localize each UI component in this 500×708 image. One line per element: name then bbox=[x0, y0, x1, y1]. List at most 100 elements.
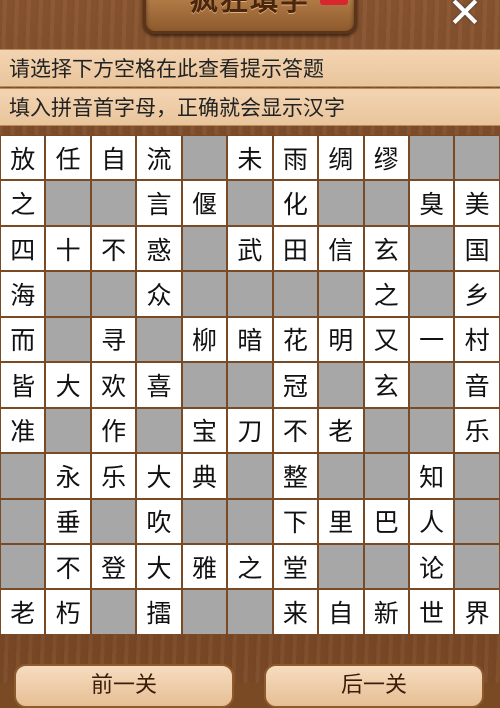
grid-cell-blank[interactable] bbox=[454, 498, 500, 544]
grid-cell-blank[interactable] bbox=[0, 543, 46, 590]
grid-cell-letter[interactable]: 武 bbox=[227, 225, 273, 272]
grid-cell-letter[interactable]: 登 bbox=[90, 543, 137, 590]
grid-cell-letter[interactable]: 乐 bbox=[90, 453, 137, 499]
grid-cell-blank[interactable] bbox=[227, 362, 273, 408]
grid-cell-blank[interactable] bbox=[90, 271, 137, 317]
grid-cell-letter[interactable]: 臭 bbox=[408, 180, 455, 226]
grid-cell-letter[interactable]: 美 bbox=[454, 180, 500, 226]
grid-cell-letter[interactable]: 雨 bbox=[272, 135, 319, 181]
grid-cell-letter[interactable]: 乐 bbox=[454, 407, 500, 454]
grid-cell-letter[interactable]: 缪 bbox=[363, 135, 409, 181]
grid-cell-letter[interactable]: 国 bbox=[454, 225, 500, 272]
grid-cell-letter[interactable]: 喜 bbox=[136, 362, 182, 408]
grid-cell-blank[interactable] bbox=[136, 316, 182, 363]
grid-cell-letter[interactable]: 一 bbox=[408, 316, 455, 363]
grid-cell-letter[interactable]: 作 bbox=[90, 407, 137, 454]
grid-cell-blank[interactable] bbox=[181, 135, 228, 181]
grid-cell-blank[interactable] bbox=[454, 543, 500, 590]
grid-cell-letter[interactable]: 大 bbox=[45, 362, 91, 408]
grid-cell-letter[interactable]: 明 bbox=[318, 316, 364, 363]
next-level-button[interactable]: 后一关 bbox=[264, 664, 484, 708]
grid-cell-blank[interactable] bbox=[408, 362, 455, 408]
grid-cell-blank[interactable] bbox=[408, 271, 455, 317]
grid-cell-letter[interactable]: 下 bbox=[272, 498, 319, 544]
grid-cell-letter[interactable]: 不 bbox=[45, 543, 91, 590]
grid-cell-letter[interactable]: 擂 bbox=[136, 589, 182, 635]
grid-cell-letter[interactable]: 又 bbox=[363, 316, 409, 363]
grid-cell-letter[interactable]: 暗 bbox=[227, 316, 273, 363]
grid-cell-letter[interactable]: 众 bbox=[136, 271, 182, 317]
grid-cell-blank[interactable] bbox=[408, 407, 455, 454]
grid-cell-letter[interactable]: 巴 bbox=[363, 498, 409, 544]
grid-cell-letter[interactable]: 未 bbox=[227, 135, 273, 181]
grid-cell-letter[interactable]: 老 bbox=[318, 407, 364, 454]
grid-cell-letter[interactable]: 花 bbox=[272, 316, 319, 363]
grid-cell-blank[interactable] bbox=[363, 543, 409, 590]
grid-cell-letter[interactable]: 大 bbox=[136, 453, 182, 499]
grid-cell-letter[interactable]: 论 bbox=[408, 543, 455, 590]
grid-cell-blank[interactable] bbox=[454, 135, 500, 181]
grid-cell-letter[interactable]: 不 bbox=[272, 407, 319, 454]
grid-cell-letter[interactable]: 之 bbox=[227, 543, 273, 590]
grid-cell-letter[interactable]: 永 bbox=[45, 453, 91, 499]
grid-cell-letter[interactable]: 惑 bbox=[136, 225, 182, 272]
grid-cell-blank[interactable] bbox=[318, 543, 364, 590]
grid-cell-letter[interactable]: 朽 bbox=[45, 589, 91, 635]
grid-cell-letter[interactable]: 知 bbox=[408, 453, 455, 499]
grid-cell-letter[interactable]: 整 bbox=[272, 453, 319, 499]
grid-cell-letter[interactable]: 言 bbox=[136, 180, 182, 226]
grid-cell-letter[interactable]: 柳 bbox=[181, 316, 228, 363]
grid-cell-blank[interactable] bbox=[363, 407, 409, 454]
grid-cell-letter[interactable]: 绸 bbox=[318, 135, 364, 181]
grid-cell-blank[interactable] bbox=[136, 407, 182, 454]
grid-cell-blank[interactable] bbox=[0, 453, 46, 499]
grid-cell-letter[interactable]: 之 bbox=[363, 271, 409, 317]
grid-cell-blank[interactable] bbox=[318, 362, 364, 408]
grid-cell-letter[interactable]: 宝 bbox=[181, 407, 228, 454]
grid-cell-letter[interactable]: 准 bbox=[0, 407, 46, 454]
grid-cell-blank[interactable] bbox=[363, 180, 409, 226]
grid-cell-letter[interactable]: 垂 bbox=[45, 498, 91, 544]
grid-cell-blank[interactable] bbox=[45, 271, 91, 317]
grid-cell-blank[interactable] bbox=[181, 271, 228, 317]
grid-cell-letter[interactable]: 欢 bbox=[90, 362, 137, 408]
grid-cell-letter[interactable]: 来 bbox=[272, 589, 319, 635]
prev-level-button[interactable]: 前一关 bbox=[14, 664, 234, 708]
grid-cell-blank[interactable] bbox=[227, 180, 273, 226]
grid-cell-blank[interactable] bbox=[408, 135, 455, 181]
grid-cell-blank[interactable] bbox=[227, 271, 273, 317]
grid-cell-blank[interactable] bbox=[272, 271, 319, 317]
grid-cell-letter[interactable]: 信 bbox=[318, 225, 364, 272]
grid-cell-letter[interactable]: 自 bbox=[90, 135, 137, 181]
grid-cell-blank[interactable] bbox=[227, 498, 273, 544]
grid-cell-blank[interactable] bbox=[227, 453, 273, 499]
grid-cell-letter[interactable]: 流 bbox=[136, 135, 182, 181]
grid-cell-letter[interactable]: 十 bbox=[45, 225, 91, 272]
grid-cell-blank[interactable] bbox=[454, 453, 500, 499]
grid-cell-blank[interactable] bbox=[181, 362, 228, 408]
grid-cell-letter[interactable]: 皆 bbox=[0, 362, 46, 408]
grid-cell-blank[interactable] bbox=[181, 225, 228, 272]
grid-cell-letter[interactable]: 偃 bbox=[181, 180, 228, 226]
close-button[interactable]: ✕ bbox=[442, 0, 488, 34]
grid-cell-letter[interactable]: 大 bbox=[136, 543, 182, 590]
grid-cell-blank[interactable] bbox=[227, 589, 273, 635]
grid-cell-letter[interactable]: 典 bbox=[181, 453, 228, 499]
grid-cell-blank[interactable] bbox=[90, 589, 137, 635]
grid-cell-letter[interactable]: 刀 bbox=[227, 407, 273, 454]
grid-cell-letter[interactable]: 之 bbox=[0, 180, 46, 226]
grid-cell-letter[interactable]: 村 bbox=[454, 316, 500, 363]
grid-cell-letter[interactable]: 四 bbox=[0, 225, 46, 272]
grid-cell-letter[interactable]: 吹 bbox=[136, 498, 182, 544]
grid-cell-letter[interactable]: 玄 bbox=[363, 362, 409, 408]
grid-cell-letter[interactable]: 海 bbox=[0, 271, 46, 317]
grid-cell-letter[interactable]: 冠 bbox=[272, 362, 319, 408]
grid-cell-letter[interactable]: 新 bbox=[363, 589, 409, 635]
grid-cell-letter[interactable]: 里 bbox=[318, 498, 364, 544]
grid-cell-blank[interactable] bbox=[181, 498, 228, 544]
grid-cell-blank[interactable] bbox=[318, 453, 364, 499]
grid-cell-letter[interactable]: 化 bbox=[272, 180, 319, 226]
grid-cell-blank[interactable] bbox=[318, 271, 364, 317]
grid-cell-letter[interactable]: 任 bbox=[45, 135, 91, 181]
grid-cell-letter[interactable]: 不 bbox=[90, 225, 137, 272]
